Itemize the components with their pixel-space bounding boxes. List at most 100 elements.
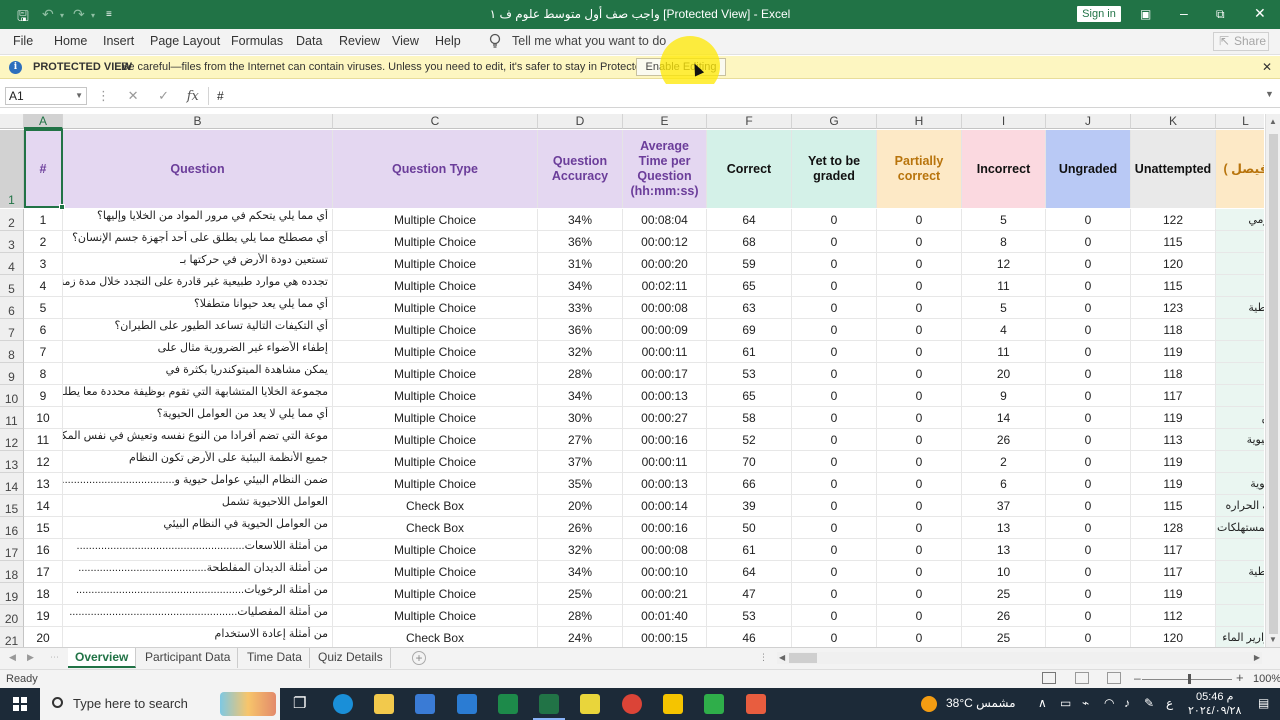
cell-col-l[interactable]: جة الحراره [1216,495,1264,517]
cell-correct[interactable]: 53 [707,605,792,627]
header-cell-accuracy[interactable]: Question Accuracy [538,130,623,208]
scroll-left-icon[interactable]: ◀ [779,653,785,662]
app-icon-red[interactable] [746,694,766,714]
more-sheets-icon[interactable]: ⋯ [50,652,59,663]
cell-accuracy[interactable]: 25% [538,583,623,605]
cell-accuracy[interactable]: 30% [538,407,623,429]
cell-ungraded[interactable]: 0 [1046,539,1131,561]
cell-yet[interactable]: 0 [792,495,877,517]
cell-col-l[interactable] [1216,275,1264,297]
formula-input[interactable]: # [208,87,1276,105]
cell-avg-time[interactable]: 00:00:14 [623,495,707,517]
cell-incorrect[interactable]: 12 [962,253,1046,275]
cell-type[interactable]: Multiple Choice [333,319,538,341]
cell-accuracy[interactable]: 32% [538,539,623,561]
cell-correct[interactable]: 58 [707,407,792,429]
cell-yet[interactable]: 0 [792,583,877,605]
normal-view-icon[interactable] [1042,672,1056,684]
cell-question[interactable]: موعة التي تضم أفرادا من النوع نفسه وتعيش… [63,429,333,451]
weather-text[interactable]: 38°C مشمس [946,696,1016,710]
cell-num[interactable]: 15 [24,517,63,539]
cell-type[interactable]: Multiple Choice [333,385,538,407]
column-header-a[interactable]: A [24,114,63,129]
cell-ungraded[interactable]: 0 [1046,583,1131,605]
cell-col-l[interactable]: فة [1216,319,1264,341]
cell-col-l[interactable]: لحيوية [1216,429,1264,451]
cell-question[interactable]: أي مما يلي يتحكم في مرور المواد من الخلا… [63,209,333,231]
share-button[interactable]: ⇱ Share [1213,32,1269,51]
enter-icon[interactable]: ✓ [158,88,169,103]
cell-question[interactable]: أي التكيفات التالية تساعد الطيور على الط… [63,319,333,341]
cell-incorrect[interactable]: 37 [962,495,1046,517]
cell-accuracy[interactable]: 33% [538,297,623,319]
header-cell-l[interactable]: (فيصل ) [1216,130,1264,208]
cell-num[interactable]: 5 [24,297,63,319]
cell-unattempted[interactable]: 119 [1131,341,1216,363]
chrome-icon[interactable] [622,694,642,714]
cell-avg-time[interactable]: 00:00:10 [623,561,707,583]
cell-num[interactable]: 6 [24,319,63,341]
cell-incorrect[interactable]: 8 [962,231,1046,253]
cell-col-l[interactable]: ،المستهلكات [1216,517,1264,539]
tab-page-layout[interactable]: Page Layout [150,34,220,48]
cell-accuracy[interactable]: 36% [538,231,623,253]
cell-num[interactable]: 4 [24,275,63,297]
cell-correct[interactable]: 64 [707,561,792,583]
zoom-level[interactable]: 100% [1253,673,1280,685]
cell-type[interactable]: Multiple Choice [333,297,538,319]
cell-avg-time[interactable]: 00:00:20 [623,253,707,275]
row-header[interactable]: 3 [0,231,24,253]
column-header-b[interactable]: B [63,114,333,129]
cell-incorrect[interactable]: 25 [962,583,1046,605]
cell-col-l[interactable] [1216,605,1264,627]
cell-question[interactable]: من أمثلة المفصليات......................… [63,605,333,627]
cell-incorrect[interactable]: 5 [962,297,1046,319]
cell-correct[interactable]: 65 [707,385,792,407]
cell-partial[interactable]: 0 [877,605,962,627]
horizontal-scrollbar[interactable]: ◀ ▶ [777,652,1262,664]
cell-unattempted[interactable]: 119 [1131,583,1216,605]
file-explorer-icon[interactable] [374,694,394,714]
cell-col-l[interactable]: س [1216,407,1264,429]
row-header[interactable]: 18 [0,561,24,583]
row-header[interactable]: 14 [0,473,24,495]
close-message-icon[interactable]: ✕ [1262,60,1272,74]
cell-correct[interactable]: 66 [707,473,792,495]
cell-type[interactable]: Multiple Choice [333,429,538,451]
cell-unattempted[interactable]: 119 [1131,473,1216,495]
cell-yet[interactable]: 0 [792,605,877,627]
cell-col-l[interactable] [1216,583,1264,605]
minimize-icon[interactable]: – [1180,5,1188,21]
cell-correct[interactable]: 46 [707,627,792,647]
row-header[interactable]: 1 [0,130,24,208]
tray-expand-icon[interactable]: ∧ [1038,696,1047,710]
volume-icon[interactable]: ♪ [1124,696,1130,710]
cell-col-l[interactable] [1216,363,1264,385]
cell-ungraded[interactable]: 0 [1046,561,1131,583]
cell-question[interactable]: تستعين دودة الأرض في حركتها بـ [63,253,333,275]
taskbar-clock[interactable]: 05:46 م ٢٠٢٤/٠٩/٢٨ [1188,690,1241,718]
cell-accuracy[interactable]: 34% [538,385,623,407]
cell-avg-time[interactable]: 00:00:11 [623,451,707,473]
cell-partial[interactable]: 0 [877,539,962,561]
sheet-tab-overview[interactable]: Overview [68,648,137,668]
cell-type[interactable]: Multiple Choice [333,407,538,429]
cell-unattempted[interactable]: 122 [1131,209,1216,231]
header-cell-ungraded[interactable]: Ungraded [1046,130,1131,208]
cell-yet[interactable]: 0 [792,319,877,341]
cell-ungraded[interactable]: 0 [1046,275,1131,297]
cell-accuracy[interactable]: 36% [538,319,623,341]
cell-avg-time[interactable]: 00:00:11 [623,341,707,363]
cell-partial[interactable]: 0 [877,627,962,647]
scroll-right-icon[interactable]: ▶ [1254,653,1260,662]
cell-num[interactable]: 3 [24,253,63,275]
column-header-k[interactable]: K [1131,114,1216,129]
row-header[interactable]: 15 [0,495,24,517]
cell-accuracy[interactable]: 27% [538,429,623,451]
cell-yet[interactable]: 0 [792,561,877,583]
cell-question[interactable]: من أمثلة الديدان المفلطحة...............… [63,561,333,583]
cell-yet[interactable]: 0 [792,385,877,407]
cell-num[interactable]: 17 [24,561,63,583]
camtasia-icon[interactable] [704,694,724,714]
cell-num[interactable]: 7 [24,341,63,363]
